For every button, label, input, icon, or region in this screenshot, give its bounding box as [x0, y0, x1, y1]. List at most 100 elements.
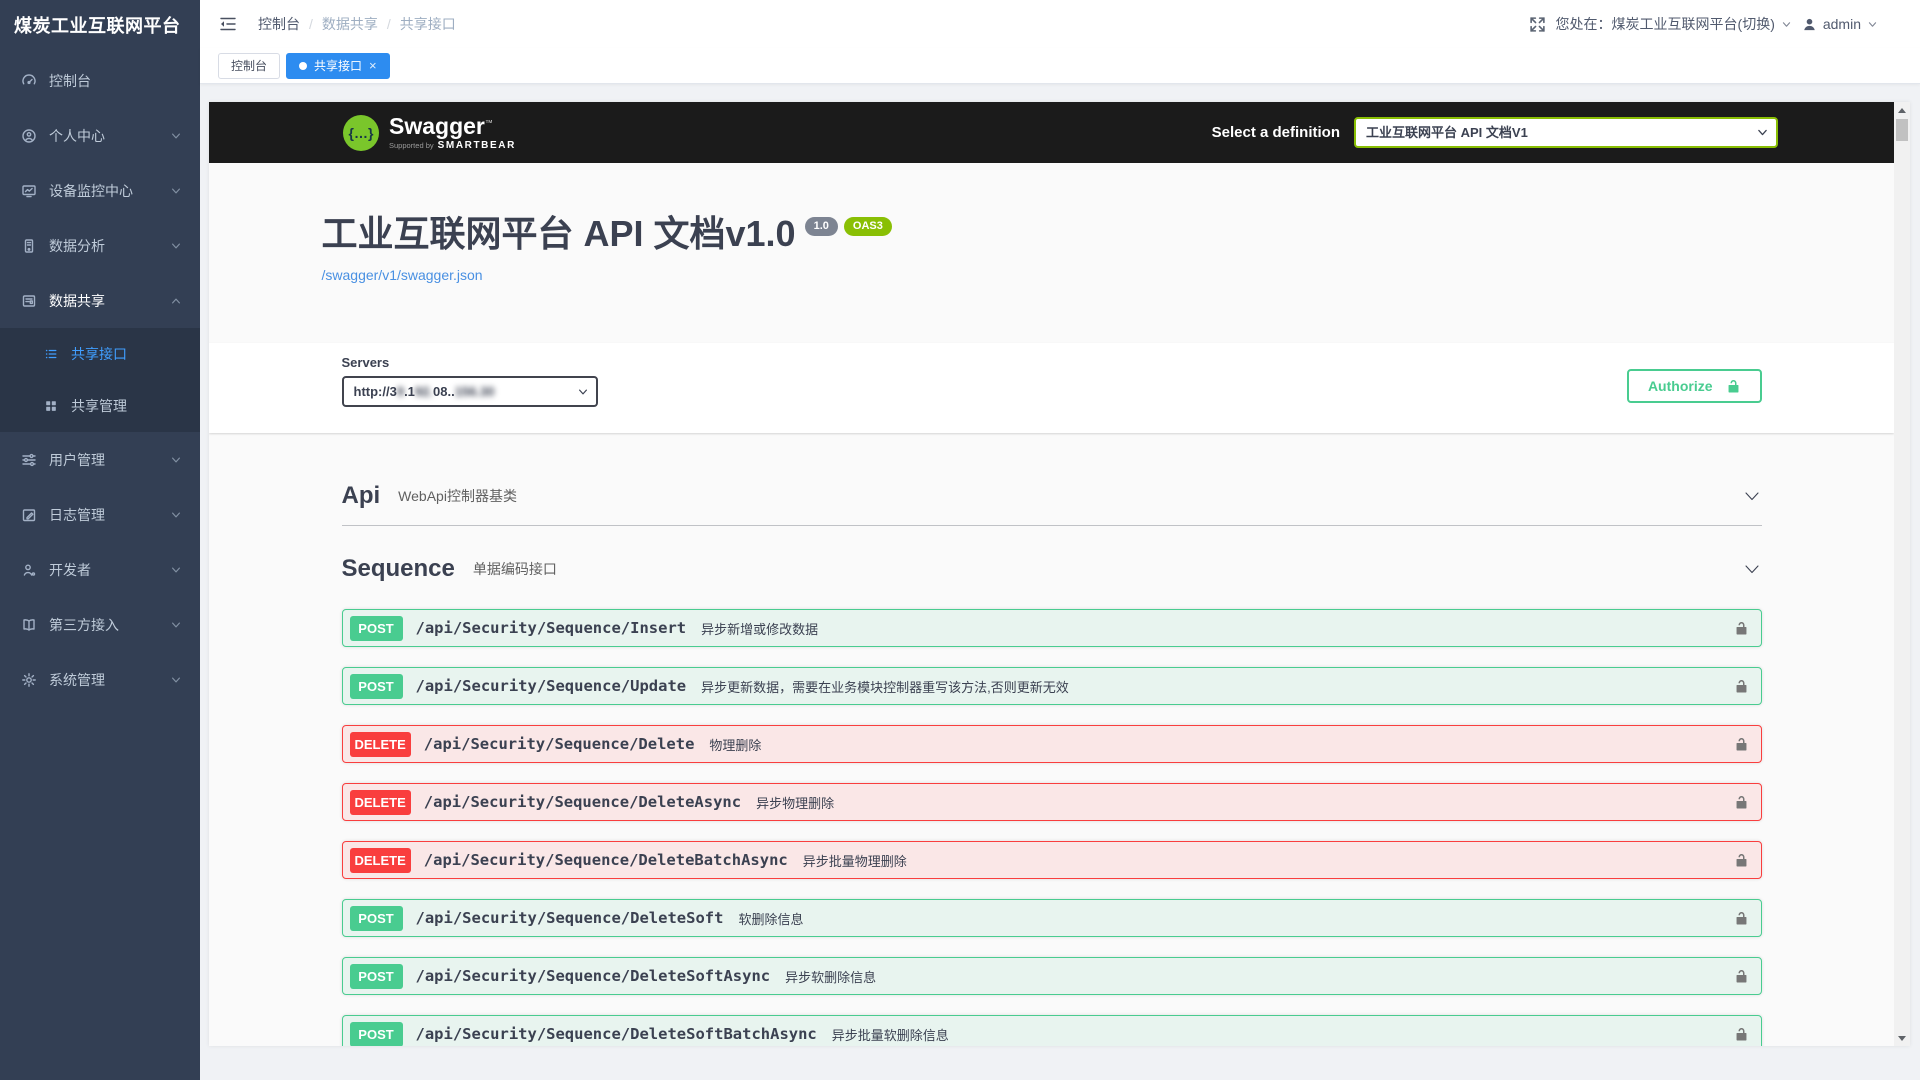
lock-open-icon[interactable] [1734, 621, 1749, 636]
sidebar-item-7[interactable]: 开发者 [0, 542, 200, 597]
lock-open-icon[interactable] [1734, 969, 1749, 984]
server-url-segment: .. [447, 384, 454, 399]
top-header: 控制台 / 数据共享 / 共享接口 您处在：煤炭工业互联网平台(切换) admi… [200, 0, 1920, 48]
swagger-body: 工业互联网平台 API 文档v1.0 1.0 OAS3 /swagger/v1/… [209, 163, 1894, 1046]
breadcrumb-separator: / [309, 16, 313, 32]
sidebar-subitem[interactable]: 共享接口 [0, 328, 200, 380]
endpoint-path[interactable]: /api/Security/Sequence/Insert [416, 619, 687, 637]
chevron-down-icon [170, 564, 182, 576]
book-icon [21, 617, 37, 633]
sidebar-item-0[interactable]: 控制台 [0, 53, 200, 108]
endpoint-path[interactable]: /api/Security/Sequence/DeleteBatchAsync [424, 851, 788, 869]
endpoint-path[interactable]: /api/Security/Sequence/DeleteSoft [416, 909, 724, 927]
breadcrumb-item[interactable]: 共享接口 [400, 14, 456, 34]
endpoint-path[interactable]: /api/Security/Sequence/DeleteSoftAsync [416, 967, 771, 985]
chevron-down-icon [170, 185, 182, 197]
sidebar-item-8[interactable]: 第三方接入 [0, 597, 200, 652]
endpoint-list: POST/api/Security/Sequence/Insert 异步新增或修改… [342, 609, 1762, 1046]
endpoint-description: 异步批量物理删除 [803, 851, 907, 870]
scrollbar-down-arrow[interactable] [1894, 1031, 1910, 1045]
lock-open-icon[interactable] [1734, 853, 1749, 868]
authorize-button[interactable]: Authorize [1627, 369, 1762, 403]
tab-console[interactable]: 控制台 [218, 53, 280, 79]
endpoint-row[interactable]: DELETE/api/Security/Sequence/DeleteBatch… [342, 841, 1762, 879]
fullscreen-icon[interactable] [1529, 16, 1546, 33]
breadcrumb-item[interactable]: 控制台 [258, 14, 300, 34]
section-title: Sequence [342, 554, 455, 584]
supported-by-label: Supported by [389, 142, 434, 150]
sidebar-item-3[interactable]: 数据分析 [0, 218, 200, 273]
section-description: WebApi控制器基类 [398, 486, 517, 506]
platform-switcher[interactable]: 您处在：煤炭工业互联网平台(切换) [1556, 14, 1792, 34]
breadcrumb-separator: / [387, 16, 391, 32]
username: admin [1823, 16, 1861, 32]
oas3-badge: OAS3 [844, 217, 892, 236]
endpoint-row[interactable]: DELETE/api/Security/Sequence/Delete物理删除 [342, 725, 1762, 763]
api-info: 工业互联网平台 API 文档v1.0 1.0 OAS3 /swagger/v1/… [322, 163, 1782, 343]
lock-open-icon[interactable] [1734, 795, 1749, 810]
sidebar-item-label: 数据分析 [49, 236, 170, 256]
sidebar-nav: 控制台个人中心设备监控中心数据分析数据共享共享接口共享管理用户管理日志管理开发者… [0, 50, 200, 1080]
close-icon[interactable]: × [369, 59, 377, 72]
servers-label: Servers [342, 355, 598, 370]
chevron-down-icon [1867, 19, 1878, 30]
section-api-header[interactable]: Api WebApi控制器基类 [342, 481, 1762, 511]
definition-select[interactable]: 工业互联网平台 API 文档V1 [1354, 117, 1778, 148]
lock-open-icon[interactable] [1734, 737, 1749, 752]
user-icon [1802, 17, 1817, 32]
sidebar-item-1[interactable]: 个人中心 [0, 108, 200, 163]
endpoint-path[interactable]: /api/Security/Sequence/DeleteSoftBatchAs… [416, 1025, 817, 1043]
spec-json-link[interactable]: /swagger/v1/swagger.json [322, 267, 483, 283]
sidebar-item-2[interactable]: 设备监控中心 [0, 163, 200, 218]
endpoint-description: 异步更新数据，需要在业务模块控制器重写该方法,否则更新无效 [701, 677, 1069, 696]
sidebar-item-9[interactable]: 系统管理 [0, 652, 200, 707]
sidebar-collapse-icon[interactable] [218, 14, 238, 34]
endpoint-description: 异步新增或修改数据 [701, 619, 818, 638]
sidebar-item-label: 第三方接入 [49, 615, 170, 635]
lock-open-icon [1726, 379, 1741, 394]
sidebar-item-label: 日志管理 [49, 505, 170, 525]
sidebar-item-6[interactable]: 日志管理 [0, 487, 200, 542]
breadcrumb-item[interactable]: 数据共享 [322, 14, 378, 34]
sidebar-subitem[interactable]: 共享管理 [0, 380, 200, 432]
sidebar-subitem-label: 共享管理 [71, 396, 200, 416]
chevron-down-icon [1781, 19, 1792, 30]
endpoint-row[interactable]: DELETE/api/Security/Sequence/DeleteAsync… [342, 783, 1762, 821]
breadcrumb: 控制台 / 数据共享 / 共享接口 [258, 14, 456, 34]
endpoint-description: 异步批量软删除信息 [832, 1025, 949, 1044]
endpoint-row[interactable]: POST/api/Security/Sequence/Update异步更新数据，… [342, 667, 1762, 705]
section-sequence-header[interactable]: Sequence 单据编码接口 [342, 554, 1762, 584]
method-badge: DELETE [350, 848, 411, 873]
endpoint-path[interactable]: /api/Security/Sequence/Delete [424, 735, 695, 753]
content-area: {…} Swagger™ Supported by SMARTBEAR Sele… [200, 84, 1920, 1080]
endpoint-row[interactable]: POST/api/Security/Sequence/DeleteSoftBat… [342, 1015, 1762, 1046]
header-right: 您处在：煤炭工业互联网平台(切换) admin [1529, 14, 1878, 34]
method-badge: POST [350, 906, 403, 931]
tab-share-api[interactable]: 共享接口 × [286, 53, 390, 79]
swagger-logo-icon: {…} [343, 115, 379, 151]
sidebar-item-4[interactable]: 数据共享 [0, 273, 200, 328]
sidebar-item-5[interactable]: 用户管理 [0, 432, 200, 487]
section-divider [342, 525, 1762, 526]
endpoint-row[interactable]: POST/api/Security/Sequence/DeleteSoftAsy… [342, 957, 1762, 995]
servers-select[interactable]: http://39.192.08..156.30 [342, 376, 598, 407]
lock-open-icon[interactable] [1734, 911, 1749, 926]
endpoint-row[interactable]: POST/api/Security/Sequence/Insert异步新增或修改… [342, 609, 1762, 647]
scheme-container: Servers http://39.192.08..156.30 Authori… [209, 343, 1894, 433]
scrollbar-thumb[interactable] [1896, 119, 1908, 141]
endpoint-row[interactable]: POST/api/Security/Sequence/DeleteSoft软删除… [342, 899, 1762, 937]
list-icon [44, 347, 58, 361]
endpoint-path[interactable]: /api/Security/Sequence/DeleteAsync [424, 793, 741, 811]
chevron-down-icon[interactable] [1742, 559, 1762, 579]
servers-block: Servers http://39.192.08..156.30 [342, 355, 598, 407]
scrollbar[interactable] [1894, 102, 1910, 1046]
swagger-logo[interactable]: {…} Swagger™ Supported by SMARTBEAR [343, 115, 516, 151]
endpoint-path[interactable]: /api/Security/Sequence/Update [416, 677, 687, 695]
lock-open-icon[interactable] [1734, 679, 1749, 694]
scrollbar-up-arrow[interactable] [1894, 103, 1910, 117]
chevron-down-icon [170, 619, 182, 631]
sidebar-subitem-label: 共享接口 [71, 344, 200, 364]
lock-open-icon[interactable] [1734, 1027, 1749, 1042]
user-menu[interactable]: admin [1802, 16, 1878, 32]
chevron-down-icon[interactable] [1742, 486, 1762, 506]
